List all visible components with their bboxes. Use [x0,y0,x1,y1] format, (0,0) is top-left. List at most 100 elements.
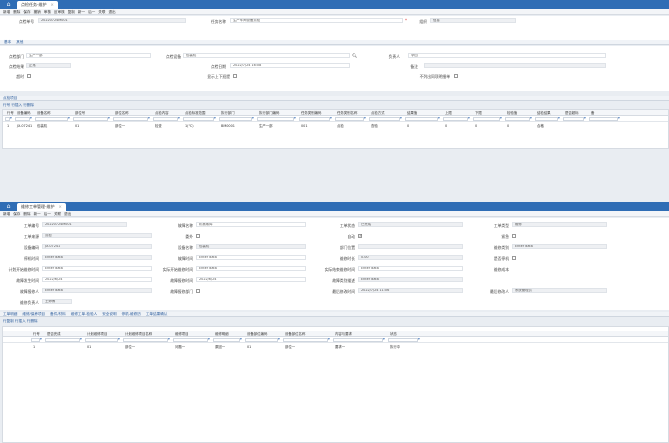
column-filter-input[interactable] [505,117,530,121]
toolbar-button[interactable]: 复制 [68,9,75,15]
tab-inspection-task[interactable]: 点检任务-维护 × [17,1,58,9]
column-filter-input[interactable] [173,338,208,342]
filter-icon[interactable]: ▾ [118,337,120,341]
overdue-checkbox[interactable] [27,74,31,78]
column-filter-input[interactable] [73,117,108,121]
column-filter-input[interactable] [219,117,252,121]
report-date-field[interactable]: 2022/6/24 [196,277,306,282]
filter-icon[interactable]: ▾ [108,116,110,120]
reporter-field[interactable]: Enter data [42,288,152,293]
device-name-field[interactable]: 包装机 [196,244,306,249]
filter-icon[interactable]: ▾ [500,116,502,120]
column-filter-input[interactable] [123,338,168,342]
filter-icon[interactable]: ▾ [618,116,620,120]
home-icon[interactable]: ⌂ [5,1,12,8]
filter-icon[interactable]: ▾ [294,116,296,120]
repair-hours-field[interactable]: 0.00 [358,255,463,260]
toolbar-button[interactable]: 关联 [54,211,61,217]
filter-icon[interactable]: ▾ [148,116,150,120]
subtab[interactable]: 维修工单-检验人 [71,312,97,316]
filter-icon[interactable]: ▾ [10,116,12,120]
column-filter-input[interactable] [535,117,558,121]
table-row[interactable]: 1 01 部位一 问题一 原因一 01 部位一 要求一 执行中 [3,344,668,350]
filter-icon[interactable]: ▾ [178,116,180,120]
toolbar-button[interactable]: 退出 [64,211,71,217]
close-icon[interactable]: × [58,204,61,209]
filter-icon[interactable]: ▾ [208,337,210,341]
column-filter-input[interactable] [45,338,80,342]
tab-repair-order[interactable]: 维修工单管理-维护 × [17,203,66,211]
filter-icon[interactable]: ▾ [584,116,586,120]
plan-date-field[interactable]: 2022/7/24 16:08 [230,63,350,68]
toolbar-button[interactable]: 保存 [23,9,30,15]
column-filter-input[interactable] [335,117,364,121]
filter-icon[interactable]: ▾ [328,337,330,341]
column-filter-input[interactable] [31,338,40,342]
actual-start-field[interactable]: Enter data [196,266,306,271]
plan-start-field[interactable]: Enter data [42,266,152,271]
toolbar-button[interactable]: 撤销 [34,9,41,15]
toolbar-button[interactable]: 删除 [13,9,20,15]
filter-icon[interactable]: ▾ [468,116,470,120]
column-filter-input[interactable] [213,338,240,342]
column-filter-input[interactable] [589,117,618,121]
filter-icon[interactable]: ▾ [30,116,32,120]
actual-end-field[interactable]: Enter data [358,266,463,271]
task-no-field[interactable]: 20220724M001 [38,18,186,23]
filter-icon[interactable]: ▾ [80,337,82,341]
device-field[interactable]: 包装机 [183,53,350,58]
dept-field[interactable]: 生产一部 [26,53,151,58]
subtab[interactable]: 维修/保养项目 [22,312,45,316]
type-field[interactable]: 维修 [512,222,607,227]
last-user-field[interactable]: 系统管理员 [512,288,607,293]
filter-icon[interactable]: ▾ [252,116,254,120]
filter-icon[interactable]: ▾ [330,116,332,120]
status-field[interactable]: 已完成 [358,222,463,227]
req-date-field[interactable]: 2022/6/24 [42,277,152,282]
toolbar-button[interactable]: 退出 [108,9,115,15]
column-filter-input[interactable] [405,117,438,121]
column-filter-input[interactable] [283,338,328,342]
column-filter-input[interactable] [15,117,30,121]
filter-icon[interactable]: ▾ [400,116,402,120]
toolbar-button[interactable]: 保存 [13,211,20,217]
home-icon[interactable]: ⌂ [5,203,12,210]
order-no-field[interactable]: 20220724M001 [42,222,127,227]
search-icon[interactable]: 🔍︎ [352,53,357,58]
filter-icon[interactable]: ▾ [383,337,385,341]
notice-checkbox[interactable] [454,74,458,78]
toolbar-button[interactable]: 关联 [98,9,105,15]
toolbar-button[interactable]: 新增 [3,211,10,217]
tab-other[interactable]: 其他 [16,40,23,44]
filter-icon[interactable]: ▾ [364,116,366,120]
toolbar-button[interactable]: 新增 [3,9,10,15]
auto-checkbox[interactable] [358,233,362,238]
toolbar-button[interactable]: 新一 [78,9,85,15]
column-filter-input[interactable] [153,117,178,121]
repair-category-field[interactable]: Enter data [512,244,607,249]
assign-checkbox[interactable] [196,289,200,293]
column-filter-input[interactable] [85,338,118,342]
column-filter-input[interactable] [257,117,294,121]
toolbar-button[interactable]: 审核 [44,9,51,15]
filter-icon[interactable]: ▾ [68,116,70,120]
column-filter-input[interactable] [299,117,330,121]
fault-desc-field[interactable]: Enter data [358,277,463,282]
maintainer-field[interactable]: 王师傅 [42,299,72,304]
filter-icon[interactable]: ▾ [214,116,216,120]
last-time-field[interactable]: 2022/7/24 11:06 [358,288,463,293]
dept-loc-field[interactable] [358,244,463,249]
subtab[interactable]: 备件/材料 [50,312,66,316]
maint-time-field[interactable]: Enter data [42,255,152,260]
task-name-field[interactable]: 生产车间设备点检 [230,18,403,23]
filter-icon[interactable]: ▾ [240,337,242,341]
remark-field[interactable] [424,63,606,68]
filter-icon[interactable]: ▾ [40,337,42,341]
fault-time-field[interactable]: Enter data [196,255,306,260]
grid-actions-2[interactable]: 行复制 行插入 行删除 [3,319,38,324]
filter-icon[interactable]: ▾ [438,116,440,120]
filter-icon[interactable]: ▾ [168,337,170,341]
column-filter-input[interactable] [443,117,468,121]
subtab[interactable]: 停机-维修历 [122,312,141,316]
column-filter-input[interactable] [113,117,148,121]
